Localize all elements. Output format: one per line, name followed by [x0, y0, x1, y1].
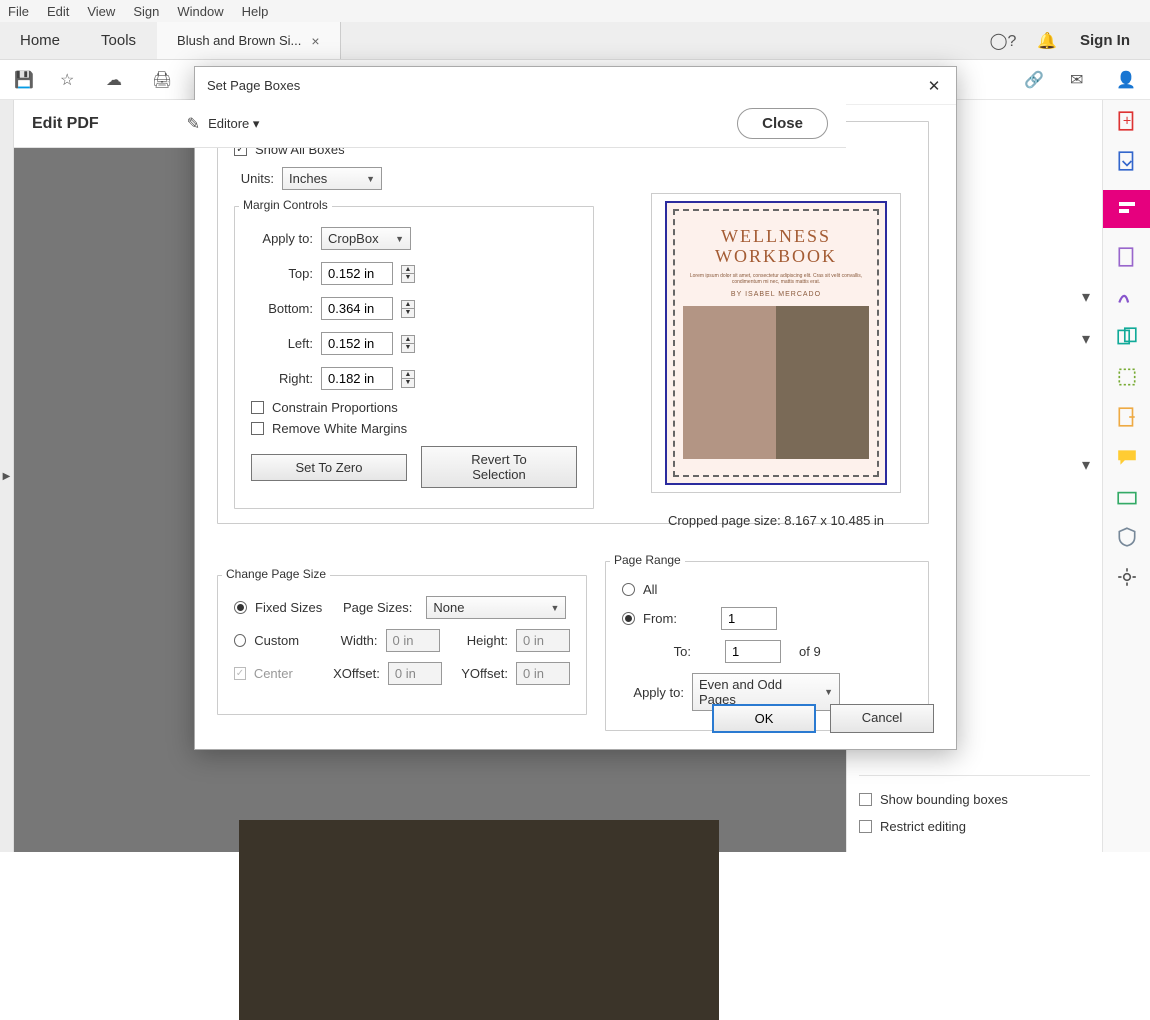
change-page-size-label: Change Page Size [222, 567, 330, 581]
yoffset-input [516, 662, 570, 685]
preview-title-1: WELLNESS [721, 227, 831, 247]
xoffset-input [388, 662, 442, 685]
custom-radio[interactable] [234, 634, 246, 647]
all-pages-label: All [643, 582, 657, 597]
remove-white-margins-label: Remove White Margins [272, 421, 407, 436]
from-input[interactable] [721, 607, 777, 630]
page-preview: WELLNESS WORKBOOK Lorem ipsum dolor sit … [626, 193, 926, 528]
left-spinner[interactable]: ▲▼ [401, 335, 415, 353]
range-apply-value: Even and Odd Pages [699, 677, 818, 707]
cropped-size-label: Cropped page size: 8.167 x 10.485 in [626, 513, 926, 528]
left-input[interactable] [321, 332, 393, 355]
revert-selection-button[interactable]: Revert To Selection [421, 446, 577, 488]
top-label: Top: [251, 266, 313, 281]
remove-white-margins-checkbox[interactable] [251, 422, 264, 435]
preview-title-2: WORKBOOK [715, 247, 837, 267]
more-menu[interactable]: ore ▾ [230, 116, 259, 132]
center-checkbox: ✓ [234, 667, 246, 680]
constrain-proportions-checkbox[interactable] [251, 401, 264, 414]
page-sizes-label: Page Sizes: [343, 600, 412, 615]
close-editpdf-button[interactable]: Close [737, 108, 828, 139]
right-spinner[interactable]: ▲▼ [401, 370, 415, 388]
units-value: Inches [289, 171, 327, 186]
page-sizes-value: None [433, 600, 464, 615]
cropbox-select[interactable]: CropBox▼ [321, 227, 411, 250]
fixed-sizes-radio[interactable] [234, 601, 247, 614]
to-input[interactable] [725, 640, 781, 663]
edit-pdf-toolbar: Edit PDF ✎ Edit ore ▾ Close [14, 100, 846, 148]
fixed-sizes-label: Fixed Sizes [255, 600, 335, 615]
ok-button[interactable]: OK [712, 704, 816, 733]
preview-image-2 [776, 306, 869, 459]
set-to-zero-button[interactable]: Set To Zero [251, 454, 407, 481]
apply-to-label: Apply to: [251, 231, 313, 246]
from-label: From: [643, 611, 687, 626]
page-range-label: Page Range [610, 553, 685, 567]
yoffset-label: YOffset: [460, 666, 508, 681]
right-label: Right: [251, 371, 313, 386]
right-input[interactable] [321, 367, 393, 390]
dialog-close-button[interactable]: ✕ [924, 76, 944, 96]
units-label: Units: [234, 171, 274, 186]
xoffset-label: XOffset: [333, 666, 380, 681]
preview-author: BY ISABEL MERCADO [731, 291, 821, 298]
edit-pdf-title: Edit PDF [32, 115, 99, 133]
preview-image-1 [683, 306, 776, 459]
bottom-label: Bottom: [251, 301, 313, 316]
top-spinner[interactable]: ▲▼ [401, 265, 415, 283]
edit-icon: ✎ [187, 114, 200, 134]
edit-label: Edit [208, 116, 230, 131]
height-input [516, 629, 570, 652]
units-select[interactable]: Inches▼ [282, 167, 382, 190]
height-label: Height: [462, 633, 508, 648]
width-input [386, 629, 440, 652]
preview-description: Lorem ipsum dolor sit amet, consectetur … [683, 273, 869, 285]
all-pages-radio[interactable] [622, 583, 635, 596]
from-radio[interactable] [622, 612, 635, 625]
margin-controls-label: Margin Controls [239, 198, 332, 212]
bottom-spinner[interactable]: ▲▼ [401, 300, 415, 318]
cancel-button[interactable]: Cancel [830, 704, 934, 733]
center-label: Center [254, 666, 325, 681]
width-label: Width: [337, 633, 378, 648]
bottom-input[interactable] [321, 297, 393, 320]
custom-label: Custom [254, 633, 328, 648]
of-pages-label: of 9 [799, 644, 821, 659]
set-page-boxes-dialog: Set Page Boxes ✕ Page Boxes ✓ Show All B… [194, 66, 957, 750]
left-label: Left: [251, 336, 313, 351]
page-sizes-select[interactable]: None▼ [426, 596, 566, 619]
range-apply-to-label: Apply to: [622, 685, 684, 700]
dialog-title: Set Page Boxes [207, 78, 300, 93]
cropbox-value: CropBox [328, 231, 379, 246]
constrain-proportions-label: Constrain Proportions [272, 400, 398, 415]
edit-tool[interactable]: ✎ Edit [187, 114, 231, 134]
to-label: To: [647, 644, 691, 659]
top-input[interactable] [321, 262, 393, 285]
